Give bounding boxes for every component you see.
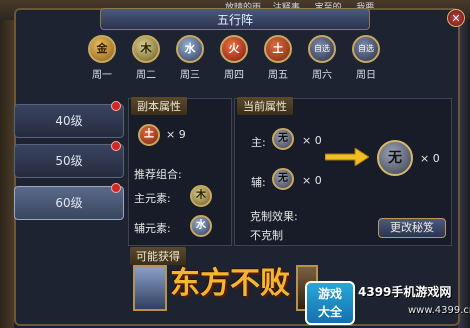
section-title: 副本属性: [131, 97, 187, 115]
arrow-right-icon: [325, 148, 369, 166]
section-title: 当前属性: [237, 97, 293, 115]
day-label: 周日: [356, 70, 376, 81]
level-tab-label: 60级: [55, 196, 83, 210]
day-label: 周一: [92, 70, 112, 81]
notification-dot-icon: [111, 141, 121, 151]
earth-element-icon: 土: [264, 35, 292, 63]
recommend-label: 推荐组合:: [134, 168, 182, 181]
watermark-url: www.4399.cn: [408, 305, 470, 316]
day-label: 周五: [268, 70, 288, 81]
current-aux-label: 辅:: [251, 176, 266, 189]
fire-element-icon: 火: [220, 35, 248, 63]
dongfang-bubai-banner: 东方不败: [170, 266, 290, 301]
wood-element-icon: 木: [190, 185, 212, 207]
level-tab-40[interactable]: 40级: [14, 101, 124, 138]
free-choice-icon: 自选: [308, 35, 336, 63]
change-cheat-book-button[interactable]: 更改秘笈: [378, 218, 446, 238]
aux-element-label: 辅元素:: [134, 222, 171, 235]
watermark-site: 4399手机游戏网: [358, 285, 452, 299]
day-saturday[interactable]: 自选 周六: [304, 32, 340, 81]
day-thursday[interactable]: 火 周四: [216, 32, 252, 81]
water-element-icon: 水: [176, 35, 204, 63]
wood-element-icon: 木: [132, 35, 160, 63]
dungeon-element-count: × 9: [166, 128, 186, 141]
water-element-icon: 水: [190, 215, 212, 237]
weekday-element-row: 金 周一 木 周二 水 周三 火 周四 土 周五 自选 周六 自选 周日: [84, 32, 388, 92]
empty-element-icon: 无: [272, 128, 294, 150]
level-tab-label: 50级: [55, 154, 83, 168]
day-friday[interactable]: 土 周五: [260, 32, 296, 81]
day-sunday[interactable]: 自选 周日: [348, 32, 384, 81]
current-aux-count: × 0: [302, 174, 322, 187]
result-element-count: × 0: [420, 152, 440, 165]
counter-effect-value: 不克制: [250, 229, 283, 242]
day-monday[interactable]: 金 周一: [84, 32, 120, 81]
result-element-icon: 无: [377, 140, 413, 176]
empty-element-icon: 无: [272, 168, 294, 190]
panel-title: 五行阵: [100, 8, 370, 30]
left-backdrop: [0, 20, 14, 328]
day-tuesday[interactable]: 木 周二: [128, 32, 164, 81]
day-wednesday[interactable]: 水 周三: [172, 32, 208, 81]
free-choice-icon: 自选: [352, 35, 380, 63]
day-label: 周六: [312, 70, 332, 81]
day-label: 周二: [136, 70, 156, 81]
notification-dot-icon: [111, 101, 121, 111]
logo-line: 游戏: [317, 287, 342, 301]
current-main-label: 主:: [251, 136, 266, 149]
day-label: 周三: [180, 70, 200, 81]
gold-element-icon: 金: [88, 35, 116, 63]
notification-dot-icon: [111, 183, 121, 193]
earth-element-icon: 土: [138, 124, 160, 146]
level-tab-label: 40级: [55, 114, 83, 128]
day-label: 周四: [224, 70, 244, 81]
game-daquan-logo: 游戏 大全: [305, 281, 355, 325]
level-tab-60[interactable]: 60级: [14, 183, 124, 220]
main-element-label: 主元素:: [134, 192, 171, 205]
counter-effect-label: 克制效果:: [250, 210, 298, 223]
close-button[interactable]: ✕: [447, 9, 465, 27]
current-main-count: × 0: [302, 134, 322, 147]
level-tab-50[interactable]: 50级: [14, 141, 124, 178]
logo-line: 大全: [317, 305, 342, 319]
drop-item-portrait[interactable]: [133, 265, 167, 311]
